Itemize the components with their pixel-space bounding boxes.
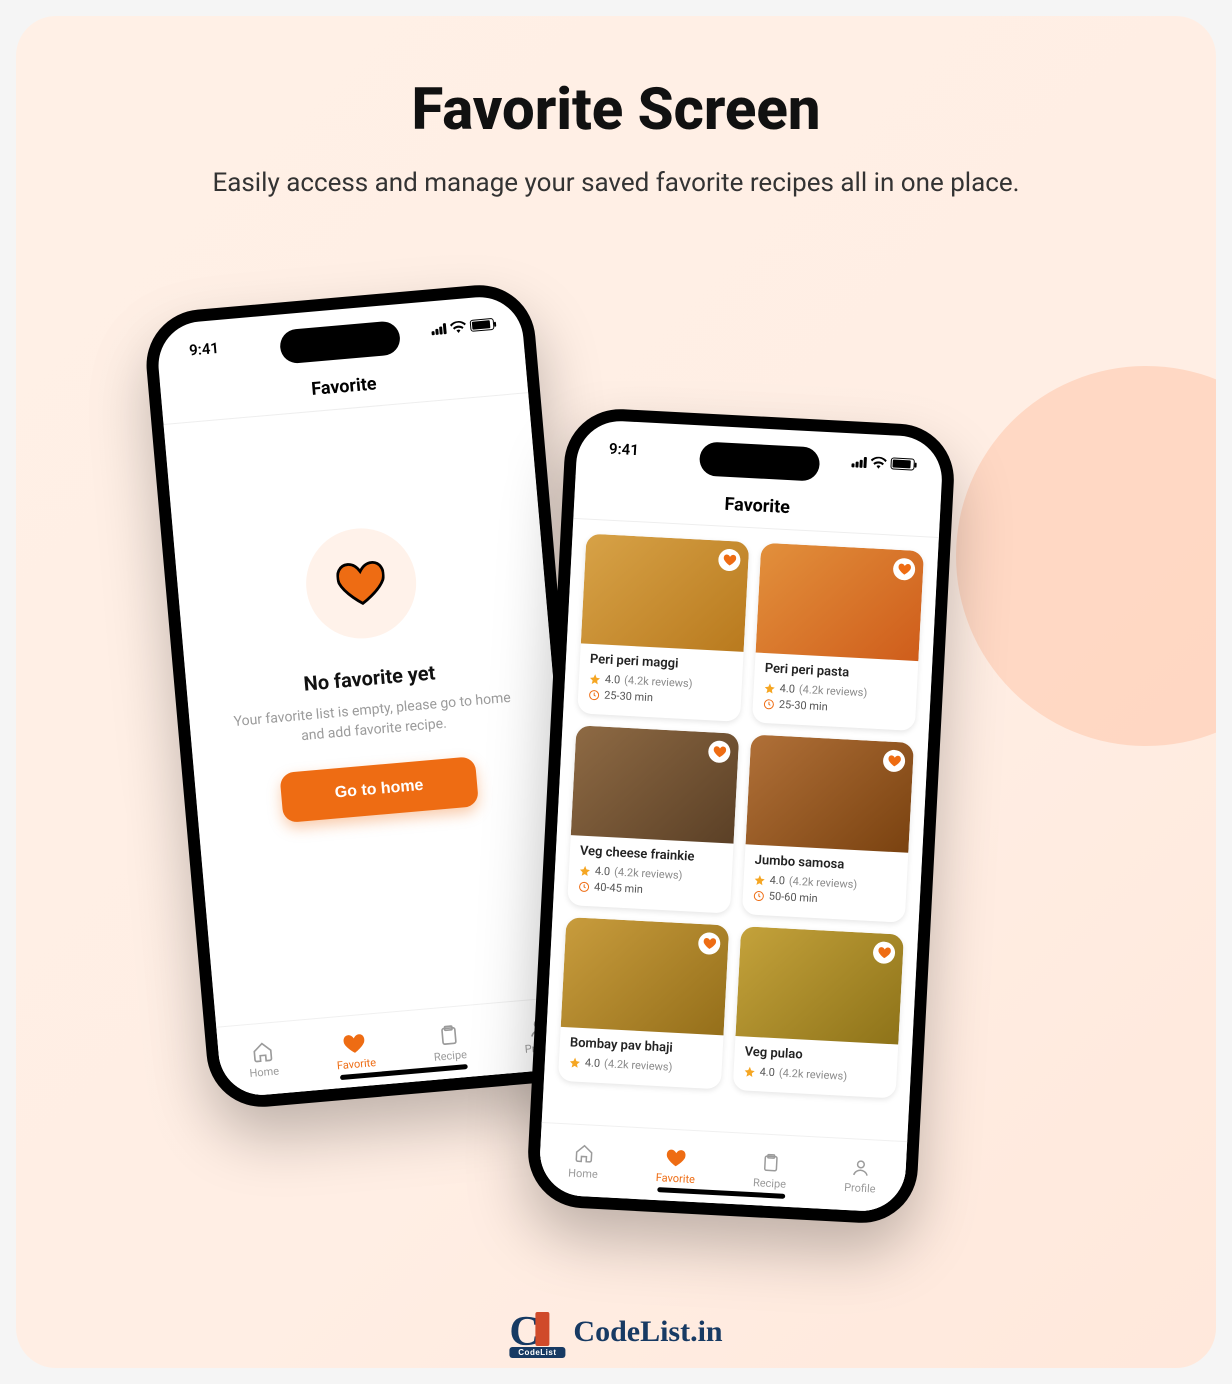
recipe-grid[interactable]: Peri peri maggi 4.0 (4.2k reviews) 25-30… — [543, 519, 939, 1113]
heart-icon — [343, 1031, 367, 1055]
recipe-reviews: (4.2k reviews) — [624, 674, 693, 691]
recipe-rating: 4.0 — [769, 874, 785, 888]
clipboard-icon — [437, 1023, 461, 1047]
nav-item-favorite[interactable]: Favorite — [656, 1146, 697, 1186]
wifi-icon — [870, 456, 887, 469]
nav-item-recipe[interactable]: Recipe — [753, 1151, 788, 1191]
phone-side-button — [151, 466, 158, 506]
app-header-title: Favorite — [310, 373, 377, 400]
recipe-rating-row: 4.0 (4.2k reviews) — [743, 1064, 886, 1084]
nav-item-home[interactable]: Home — [568, 1141, 600, 1180]
heart-icon — [665, 1146, 688, 1169]
signal-icon — [851, 456, 867, 468]
recipe-rating: 4.0 — [759, 1065, 775, 1079]
phone-mock-empty: 9:41 Favorite No favorite yet — [142, 281, 600, 1112]
decorative-circle — [956, 366, 1216, 746]
promo-canvas: Favorite Screen Easily access and manage… — [16, 16, 1216, 1368]
nav-label: Profile — [844, 1180, 876, 1195]
nav-label: Favorite — [336, 1055, 376, 1071]
clipboard-icon — [759, 1151, 782, 1174]
nav-label: Home — [249, 1064, 280, 1080]
watermark-logo: C CodeList — [509, 1312, 565, 1352]
dynamic-island — [699, 441, 821, 481]
app-header-title: Favorite — [724, 494, 790, 518]
recipe-reviews: (4.2k reviews) — [789, 875, 858, 892]
home-icon — [572, 1141, 595, 1164]
phone-mock-grid: 9:41 Favorite Peri peri maggi 4.0 (4.2k … — [525, 406, 956, 1225]
recipe-card[interactable]: Jumbo samosa 4.0 (4.2k reviews) 50-60 mi… — [742, 734, 914, 922]
nav-label: Favorite — [656, 1171, 696, 1186]
heart-icon — [335, 559, 387, 607]
phone-side-button — [156, 526, 165, 586]
battery-icon — [890, 457, 915, 470]
watermark-text: CodeList.in — [573, 1315, 722, 1349]
empty-state-title: No favorite yet — [303, 660, 437, 695]
nav-item-favorite[interactable]: Favorite — [334, 1031, 376, 1072]
recipe-card[interactable]: Veg cheese frainkie 4.0 (4.2k reviews) 4… — [567, 725, 739, 913]
recipe-rating: 4.0 — [779, 682, 795, 696]
recipe-card[interactable]: Veg pulao 4.0 (4.2k reviews) — [733, 926, 904, 1098]
empty-state-description: Your favorite list is empty, please go t… — [189, 684, 557, 756]
profile-icon — [849, 1156, 872, 1179]
recipe-title: Veg pulao — [744, 1045, 888, 1067]
page-subtitle: Easily access and manage your saved favo… — [16, 168, 1216, 198]
recipe-rating: 4.0 — [595, 864, 611, 878]
recipe-reviews: (4.2k reviews) — [799, 683, 868, 700]
recipe-title: Jumbo samosa — [754, 853, 898, 875]
recipe-rating: 4.0 — [585, 1056, 601, 1070]
go-to-home-button[interactable]: Go to home — [279, 756, 479, 823]
recipe-title: Peri peri maggi — [590, 652, 734, 674]
nav-label: Recipe — [433, 1048, 467, 1064]
wifi-icon — [450, 320, 467, 333]
recipe-rating: 4.0 — [605, 673, 621, 687]
battery-icon — [470, 318, 495, 332]
recipe-card[interactable]: Peri peri pasta 4.0 (4.2k reviews) 25-30… — [752, 543, 924, 731]
nav-label: Home — [568, 1166, 598, 1181]
recipe-time: 50-60 min — [769, 890, 819, 906]
status-time: 9:41 — [609, 440, 640, 460]
recipe-time: 25-30 min — [779, 698, 829, 714]
recipe-rating-row: 4.0 (4.2k reviews) — [569, 1055, 712, 1075]
home-icon — [251, 1039, 275, 1063]
recipe-title: Peri peri pasta — [764, 661, 908, 683]
phone-side-button — [163, 605, 172, 665]
recipe-title: Veg cheese frainkie — [580, 844, 724, 866]
recipe-card[interactable]: Bombay pav bhaji 4.0 (4.2k reviews) — [558, 917, 729, 1089]
recipe-reviews: (4.2k reviews) — [779, 1066, 848, 1083]
nav-item-home[interactable]: Home — [247, 1039, 280, 1079]
watermark-tag: CodeList — [509, 1347, 565, 1358]
nav-item-recipe[interactable]: Recipe — [431, 1023, 467, 1064]
recipe-title: Bombay pav bhaji — [570, 1035, 714, 1057]
empty-state-icon-bg — [302, 524, 421, 643]
page-title: Favorite Screen — [16, 76, 1216, 144]
status-time: 9:41 — [188, 339, 219, 360]
recipe-reviews: (4.2k reviews) — [614, 865, 683, 882]
recipe-time: 25-30 min — [604, 689, 654, 705]
signal-icon — [431, 323, 447, 335]
recipe-time: 40-45 min — [594, 880, 644, 896]
recipe-reviews: (4.2k reviews) — [604, 1057, 673, 1074]
recipe-card[interactable]: Peri peri maggi 4.0 (4.2k reviews) 25-30… — [577, 534, 749, 722]
watermark: C CodeList CodeList.in — [509, 1312, 722, 1352]
nav-label: Recipe — [753, 1176, 787, 1191]
nav-item-profile[interactable]: Profile — [844, 1155, 877, 1195]
